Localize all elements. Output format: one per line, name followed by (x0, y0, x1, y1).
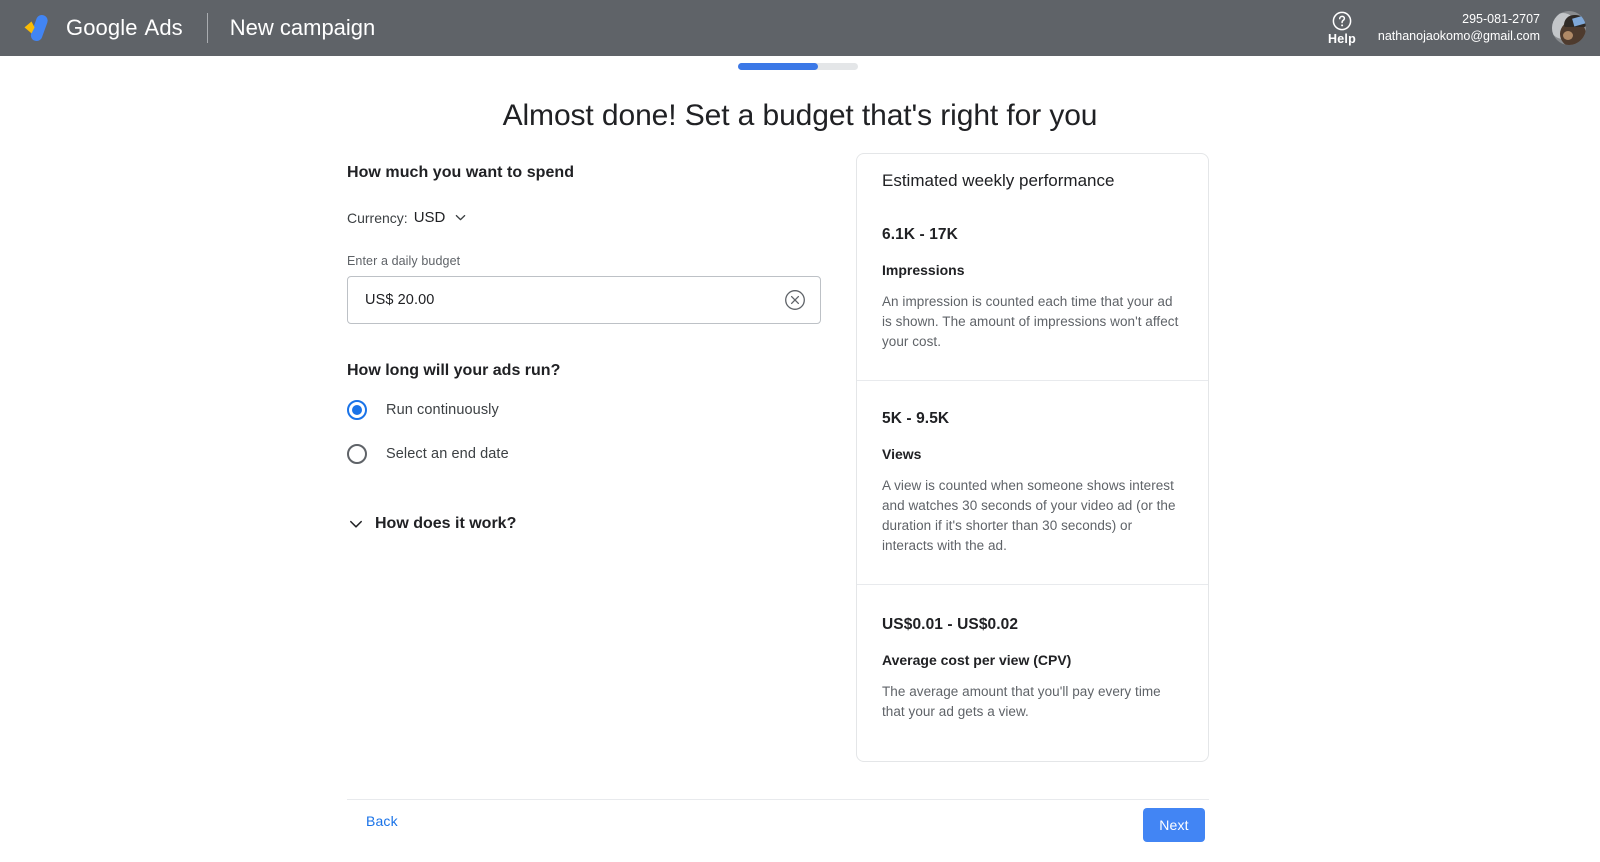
cpv-range: US$0.01 - US$0.02 (882, 616, 1183, 634)
account-info[interactable]: 295-081-2707 nathanojaokomo@gmail.com (1378, 11, 1540, 45)
google-ads-logo-icon (18, 11, 52, 45)
cpv-metric-label: Average cost per view (CPV) (882, 652, 1183, 668)
radio-select-end-date[interactable]: Select an end date (347, 444, 509, 464)
performance-card-title: Estimated weekly performance (857, 154, 1208, 191)
radio-label-select-end-date: Select an end date (386, 446, 509, 462)
radio-icon-selected (347, 400, 367, 420)
daily-budget-input[interactable] (348, 277, 820, 323)
page-title: New campaign (230, 15, 376, 41)
brand-ads-label: Ads (145, 15, 183, 41)
setup-progress-bar (738, 63, 858, 70)
new-campaign-budget-page: Google Ads New campaign Help 295-081-270… (0, 0, 1600, 862)
duration-heading: How long will your ads run? (347, 362, 827, 380)
avatar[interactable] (1552, 11, 1586, 45)
help-icon (1332, 11, 1352, 31)
chevron-down-icon (347, 515, 365, 533)
chevron-down-icon (453, 210, 468, 225)
account-id: 295-081-2707 (1462, 11, 1540, 28)
budget-form: How much you want to spend Currency: USD… (347, 164, 827, 533)
brand-area[interactable]: Google Ads (18, 11, 183, 45)
header-divider (207, 13, 208, 43)
how-does-it-work-toggle[interactable]: How does it work? (347, 515, 516, 533)
performance-item-views: 5K - 9.5K Views A view is counted when s… (857, 381, 1208, 584)
radio-dot (352, 405, 362, 415)
daily-budget-label: Enter a daily budget (347, 254, 827, 268)
brand-text: Google Ads (66, 15, 183, 41)
views-description: A view is counted when someone shows int… (882, 476, 1183, 556)
headline: Almost done! Set a budget that's right f… (0, 99, 1600, 133)
radio-run-continuously[interactable]: Run continuously (347, 400, 499, 420)
header-right-group: Help 295-081-2707 nathanojaokomo@gmail.c… (1328, 0, 1600, 56)
currency-label: Currency: (347, 210, 408, 226)
back-button[interactable]: Back (366, 813, 398, 829)
footer-divider (347, 799, 1209, 800)
views-range: 5K - 9.5K (882, 410, 1183, 428)
cpv-description: The average amount that you'll pay every… (882, 682, 1183, 722)
help-button[interactable]: Help (1328, 11, 1356, 46)
views-metric-label: Views (882, 446, 1183, 462)
currency-value: USD (414, 209, 446, 226)
daily-budget-field[interactable] (347, 276, 821, 324)
spend-section-heading: How much you want to spend (347, 164, 827, 182)
account-email: nathanojaokomo@gmail.com (1378, 28, 1540, 45)
impressions-metric-label: Impressions (882, 262, 1183, 278)
next-button[interactable]: Next (1143, 808, 1205, 842)
app-header: Google Ads New campaign Help 295-081-270… (0, 0, 1600, 56)
performance-item-impressions: 6.1K - 17K Impressions An impression is … (857, 191, 1208, 380)
impressions-range: 6.1K - 17K (882, 226, 1183, 244)
clear-icon[interactable] (784, 289, 806, 311)
radio-label-run-continuously: Run continuously (386, 402, 499, 418)
brand-google-label: Google (66, 15, 138, 41)
radio-icon-unselected (347, 444, 367, 464)
progress-fill (738, 63, 818, 70)
performance-item-cpv: US$0.01 - US$0.02 Average cost per view … (857, 585, 1208, 750)
avatar-shape-e (1563, 31, 1573, 40)
help-label: Help (1328, 32, 1356, 46)
currency-selector[interactable]: Currency: USD (347, 209, 468, 226)
impressions-description: An impression is counted each time that … (882, 292, 1183, 352)
estimated-performance-card: Estimated weekly performance 6.1K - 17K … (856, 153, 1209, 762)
how-does-it-work-label: How does it work? (375, 515, 516, 533)
